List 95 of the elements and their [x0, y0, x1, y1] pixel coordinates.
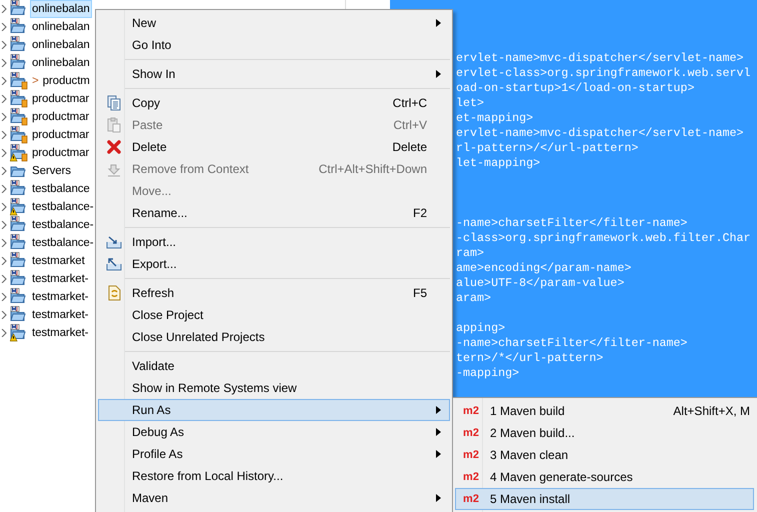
- menu-item[interactable]: Close Project: [98, 304, 450, 326]
- code-line: let-mapping>: [456, 156, 542, 171]
- menu-item[interactable]: Import...: [98, 231, 450, 253]
- project-item[interactable]: onlinebalan: [30, 0, 92, 18]
- shortcut-text: Delete: [392, 140, 427, 154]
- project-icon: [10, 108, 28, 126]
- project-item[interactable]: productmar: [30, 144, 92, 162]
- menu-item[interactable]: Export...: [98, 253, 450, 275]
- project-icon: [10, 90, 28, 108]
- menu-item[interactable]: New: [98, 12, 450, 34]
- menu-item[interactable]: Restore from Local History...: [98, 465, 450, 487]
- menu-item[interactable]: Profile As: [98, 443, 450, 465]
- project-item[interactable]: testbalance-: [30, 234, 96, 252]
- code-line: -mapping>: [456, 366, 520, 381]
- code-line: ame>encoding</param-name>: [456, 261, 632, 276]
- menu-item[interactable]: Validate: [98, 355, 450, 377]
- menu-item[interactable]: m2 4 Maven generate-sources: [455, 466, 754, 488]
- maven-label: m2: [463, 471, 479, 483]
- code-line: ervlet-name>mvc-dispatcher</servlet-name>: [456, 51, 745, 66]
- project-item[interactable]: testmarket-: [30, 288, 90, 306]
- menu-item[interactable]: Show In: [98, 63, 450, 85]
- maven-label: m2: [463, 427, 479, 439]
- project-item[interactable]: testmarket-: [30, 270, 90, 288]
- project-item[interactable]: Servers: [30, 162, 73, 180]
- code-line: -name>charsetFilter</filter-name>: [456, 216, 688, 231]
- shortcut-text: Ctrl+Alt+Shift+Down: [318, 162, 427, 176]
- project-icon: [10, 126, 28, 144]
- shortcut-text: F5: [412, 286, 427, 300]
- maven-label: m2: [463, 449, 479, 461]
- project-icon: [10, 36, 28, 54]
- project-item[interactable]: > productm: [30, 72, 92, 90]
- menu-item[interactable]: Run As: [98, 399, 450, 421]
- code-line: tern>/*</url-pattern>: [456, 351, 604, 366]
- project-icon: [10, 72, 28, 90]
- menu-item[interactable]: Close Unrelated Projects: [98, 326, 450, 348]
- code-line: ervlet-name>mvc-dispatcher</servlet-name>: [456, 126, 745, 141]
- shortcut-text: Alt+Shift+X, M: [673, 404, 751, 418]
- menu-item[interactable]: Go Into: [98, 34, 450, 56]
- menu-item[interactable]: Show in Remote Systems view: [98, 377, 450, 399]
- project-item[interactable]: testmarket-: [30, 324, 90, 342]
- menu-item[interactable]: m2 5 Maven install: [455, 488, 754, 510]
- menu-item[interactable]: Copy Ctrl+C: [98, 92, 450, 114]
- paste-icon: [106, 117, 122, 133]
- project-icon: [10, 198, 28, 216]
- project-icon: [10, 252, 28, 270]
- project-item[interactable]: testbalance-: [30, 216, 96, 234]
- menu-item[interactable]: Delete Delete: [98, 136, 450, 158]
- project-icon: [10, 234, 28, 252]
- project-icon: [10, 54, 28, 72]
- menu-item[interactable]: m2 2 Maven build...: [455, 422, 754, 444]
- menu-item[interactable]: Maven: [98, 487, 450, 509]
- code-line: -name>charsetFilter</filter-name>: [456, 336, 688, 351]
- code-line: oad-on-startup>1</load-on-startup>: [456, 81, 696, 96]
- menu-item[interactable]: Rename... F2: [98, 202, 450, 224]
- project-item[interactable]: testmarket: [30, 252, 87, 270]
- project-item[interactable]: productmar: [30, 90, 92, 108]
- project-item[interactable]: testbalance-: [30, 198, 96, 216]
- menu-item[interactable]: Debug As: [98, 421, 450, 443]
- code-line: alue>UTF-8</param-value>: [456, 276, 626, 291]
- code-line: -class>org.springframework.web.filter.Char: [456, 231, 752, 246]
- code-line: rl-pattern>/</url-pattern>: [456, 141, 640, 156]
- project-icon: [10, 180, 28, 198]
- maven-label: m2: [463, 493, 479, 505]
- code-line: let>: [456, 96, 486, 111]
- copy-icon: [106, 95, 122, 111]
- import-icon: [106, 234, 122, 250]
- code-line: aram>: [456, 291, 492, 306]
- code-line: apping>: [456, 321, 506, 336]
- project-item[interactable]: testmarket-: [30, 306, 90, 324]
- delete-icon: [106, 139, 122, 155]
- code-line: ram>: [456, 246, 486, 261]
- project-item[interactable]: testbalance: [30, 180, 92, 198]
- project-item[interactable]: onlinebalan: [30, 36, 92, 54]
- maven-label: m2: [463, 405, 479, 417]
- menu-item[interactable]: m2 3 Maven clean: [455, 444, 754, 466]
- project-item[interactable]: productmar: [30, 126, 92, 144]
- project-icon: [10, 270, 28, 288]
- project-icon: [10, 306, 28, 324]
- code-line: et-mapping>: [456, 111, 534, 126]
- refresh-icon: [106, 285, 122, 301]
- menu-item[interactable]: Refresh F5: [98, 282, 450, 304]
- project-icon: [10, 288, 28, 306]
- project-icon: [10, 216, 28, 234]
- project-item[interactable]: onlinebalan: [30, 18, 92, 36]
- project-item[interactable]: onlinebalan: [30, 54, 92, 72]
- project-icon: [10, 18, 28, 36]
- project-item[interactable]: productmar: [30, 108, 92, 126]
- export-icon: [106, 256, 122, 272]
- shortcut-text: Ctrl+C: [392, 96, 427, 110]
- project-icon: [10, 324, 28, 342]
- shortcut-text: Ctrl+V: [393, 118, 427, 132]
- project-icon: [10, 144, 28, 162]
- shortcut-text: F2: [412, 206, 427, 220]
- menu-item[interactable]: m2 1 Maven build Alt+Shift+X, M: [455, 400, 754, 422]
- code-line: ervlet-class>org.springframework.web.servl: [456, 66, 752, 81]
